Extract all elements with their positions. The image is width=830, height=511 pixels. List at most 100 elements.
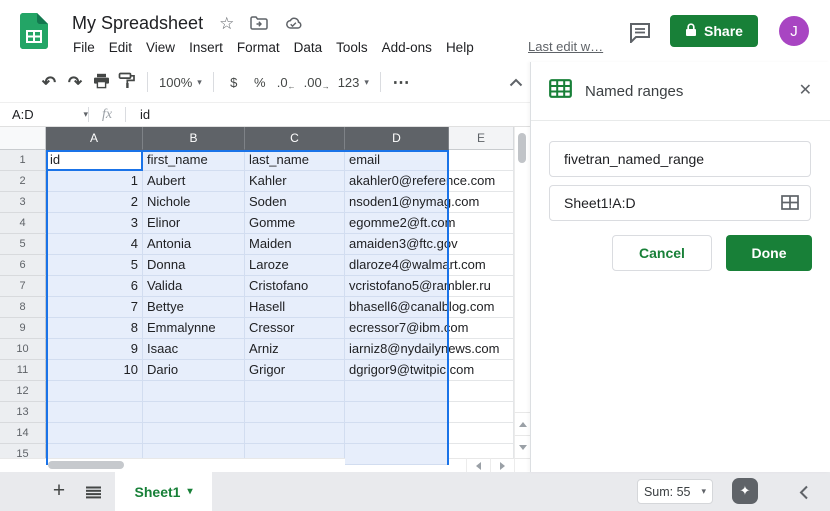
cell-D6[interactable]: dlaroze4@walmart.com xyxy=(345,255,449,276)
cell-B7[interactable]: Valida xyxy=(143,276,245,297)
row-header-2[interactable]: 2 xyxy=(0,171,46,192)
share-button[interactable]: Share xyxy=(670,15,758,47)
cell-D14[interactable] xyxy=(345,423,449,444)
sheet-tab[interactable]: Sheet1 ▾ xyxy=(115,472,212,511)
menu-data[interactable]: Data xyxy=(287,38,330,57)
cell-D2[interactable]: akahler0@reference.com xyxy=(345,171,449,192)
cell-B10[interactable]: Isaac xyxy=(143,339,245,360)
format-currency-button[interactable]: $ xyxy=(221,69,247,95)
document-title[interactable]: My Spreadsheet xyxy=(72,13,203,34)
row-header-12[interactable]: 12 xyxy=(0,381,46,402)
more-toolbar-button[interactable]: ⋯ xyxy=(388,69,414,95)
cell-A5[interactable]: 4 xyxy=(46,234,143,255)
row-header-8[interactable]: 8 xyxy=(0,297,46,318)
cell-A2[interactable]: 1 xyxy=(46,171,143,192)
row-header-10[interactable]: 10 xyxy=(0,339,46,360)
done-button[interactable]: Done xyxy=(726,235,812,271)
scroll-down-button[interactable] xyxy=(514,435,530,458)
row-header-9[interactable]: 9 xyxy=(0,318,46,339)
cell-B4[interactable]: Elinor xyxy=(143,213,245,234)
cell-C13[interactable] xyxy=(245,402,345,423)
cell-B13[interactable] xyxy=(143,402,245,423)
cell-A13[interactable] xyxy=(46,402,143,423)
cell-D1[interactable]: email xyxy=(345,150,449,171)
scroll-up-button[interactable] xyxy=(514,412,530,435)
row-header-1[interactable]: 1 xyxy=(0,150,46,171)
redo-button[interactable]: ↷ xyxy=(62,69,88,95)
format-percent-button[interactable]: % xyxy=(247,69,273,95)
cell-C11[interactable]: Grigor xyxy=(245,360,345,381)
cell-A10[interactable]: 9 xyxy=(46,339,143,360)
cell-A12[interactable] xyxy=(46,381,143,402)
move-to-folder-icon[interactable] xyxy=(250,15,268,31)
cell-C2[interactable]: Kahler xyxy=(245,171,345,192)
cell-B12[interactable] xyxy=(143,381,245,402)
cell-C9[interactable]: Cressor xyxy=(245,318,345,339)
cell-D4[interactable]: egomme2@ft.com xyxy=(345,213,449,234)
cell-A9[interactable]: 8 xyxy=(46,318,143,339)
comment-history-button[interactable] xyxy=(626,18,654,46)
row-header-11[interactable]: 11 xyxy=(0,360,46,381)
close-icon[interactable]: ✕ xyxy=(799,83,812,99)
undo-button[interactable]: ↶ xyxy=(36,69,62,95)
menu-tools[interactable]: Tools xyxy=(329,38,375,57)
cell-C8[interactable]: Hasell xyxy=(245,297,345,318)
scroll-right-button[interactable] xyxy=(490,458,514,472)
menu-insert[interactable]: Insert xyxy=(182,38,230,57)
select-all-corner[interactable] xyxy=(0,127,46,150)
vertical-scrollbar[interactable] xyxy=(514,127,530,458)
column-header-C[interactable]: C xyxy=(245,127,345,150)
cell-B11[interactable]: Dario xyxy=(143,360,245,381)
cell-D3[interactable]: nsoden1@nymag.com xyxy=(345,192,449,213)
cell-A7[interactable]: 6 xyxy=(46,276,143,297)
row-header-6[interactable]: 6 xyxy=(0,255,46,276)
collapse-panel-button[interactable] xyxy=(794,482,814,502)
cell-B2[interactable]: Aubert xyxy=(143,171,245,192)
cell-E13[interactable] xyxy=(449,402,514,423)
cell-D13[interactable] xyxy=(345,402,449,423)
cell-E1[interactable] xyxy=(449,150,514,171)
cell-B5[interactable]: Antonia xyxy=(143,234,245,255)
cell-C7[interactable]: Cristofano xyxy=(245,276,345,297)
cell-D9[interactable]: ecressor7@ibm.com xyxy=(345,318,449,339)
cell-B9[interactable]: Emmalynne xyxy=(143,318,245,339)
vertical-scrollbar-thumb[interactable] xyxy=(518,133,526,163)
cancel-button[interactable]: Cancel xyxy=(612,235,712,271)
column-header-A[interactable]: A xyxy=(46,127,143,150)
column-header-D[interactable]: D xyxy=(345,127,449,150)
sheets-logo-icon[interactable] xyxy=(20,13,48,54)
cell-A4[interactable]: 3 xyxy=(46,213,143,234)
menu-addons[interactable]: Add-ons xyxy=(375,38,439,57)
cell-C4[interactable]: Gomme xyxy=(245,213,345,234)
cell-C5[interactable]: Maiden xyxy=(245,234,345,255)
cell-E12[interactable] xyxy=(449,381,514,402)
row-header-14[interactable]: 14 xyxy=(0,423,46,444)
cell-B3[interactable]: Nichole xyxy=(143,192,245,213)
menu-format[interactable]: Format xyxy=(230,38,287,57)
menu-view[interactable]: View xyxy=(139,38,182,57)
add-sheet-button[interactable]: + xyxy=(46,478,72,504)
cell-C6[interactable]: Laroze xyxy=(245,255,345,276)
cell-E14[interactable] xyxy=(449,423,514,444)
formula-input[interactable]: id xyxy=(126,107,150,122)
range-name-input[interactable] xyxy=(549,141,811,177)
cell-A3[interactable]: 2 xyxy=(46,192,143,213)
sum-summary-button[interactable]: Sum: 55 ▾ xyxy=(637,479,713,504)
cell-D7[interactable]: vcristofano5@rambler.ru xyxy=(345,276,449,297)
row-header-3[interactable]: 3 xyxy=(0,192,46,213)
menu-file[interactable]: File xyxy=(66,38,102,57)
decrease-decimal-button[interactable]: .0← xyxy=(273,69,300,95)
increase-decimal-button[interactable]: .00→ xyxy=(300,69,334,95)
cell-A11[interactable]: 10 xyxy=(46,360,143,381)
paint-format-button[interactable] xyxy=(114,69,140,95)
cell-D5[interactable]: amaiden3@ftc.gov xyxy=(345,234,449,255)
cell-C1[interactable]: last_name xyxy=(245,150,345,171)
row-header-13[interactable]: 13 xyxy=(0,402,46,423)
cell-E5[interactable] xyxy=(449,234,514,255)
row-header-7[interactable]: 7 xyxy=(0,276,46,297)
row-header-4[interactable]: 4 xyxy=(0,213,46,234)
cell-D10[interactable]: iarniz8@nydailynews.com xyxy=(345,339,449,360)
avatar[interactable]: J xyxy=(779,16,809,46)
cell-C12[interactable] xyxy=(245,381,345,402)
column-header-B[interactable]: B xyxy=(143,127,245,150)
